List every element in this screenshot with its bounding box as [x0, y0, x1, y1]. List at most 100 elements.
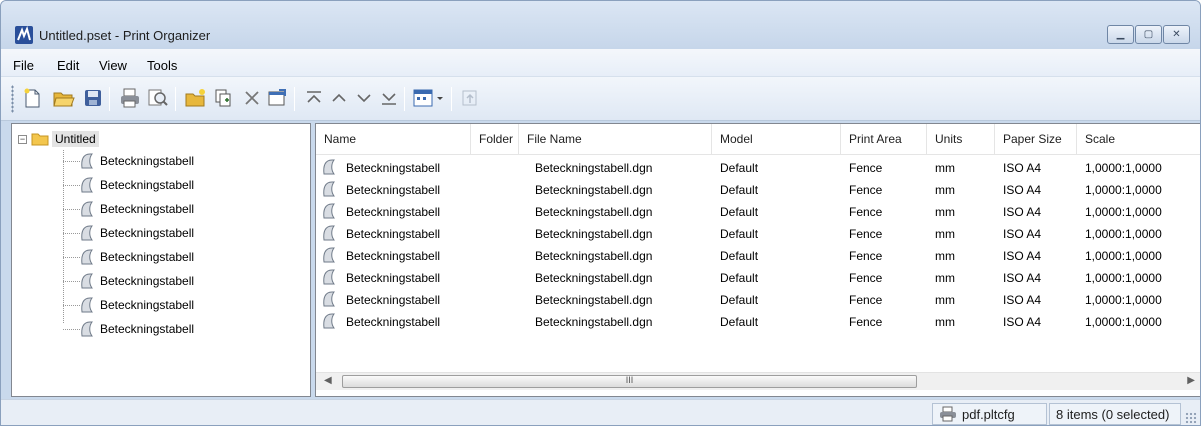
printer-config-panel[interactable]: pdf.pltcfg: [932, 403, 1047, 425]
cell-paper: ISO A4: [1003, 271, 1042, 285]
resize-grip[interactable]: [1185, 412, 1197, 424]
tree-node[interactable]: Beteckningstabell: [63, 222, 194, 244]
cell-units: mm: [935, 293, 955, 307]
print-button[interactable]: [118, 86, 142, 110]
tree-node-label: Beteckningstabell: [100, 322, 195, 336]
cell-units: mm: [935, 249, 955, 263]
cell-file: Beteckningstabell.dgn: [535, 271, 653, 285]
folder-icon: [31, 133, 49, 146]
cell-model: Default: [720, 205, 759, 219]
table-row[interactable]: Beteckningstabell Beteckningstabell.dgn De…: [316, 288, 1200, 310]
tree-node[interactable]: Beteckningstabell: [63, 270, 194, 292]
tree-node[interactable]: Beteckningstabell: [63, 294, 194, 316]
cell-model: Default: [720, 249, 759, 263]
table-row[interactable]: Beteckningstabell Beteckningstabell.dgn De…: [316, 310, 1200, 332]
delete-button[interactable]: [240, 86, 264, 110]
menu-bar: File Edit View Tools: [1, 49, 1200, 77]
properties-button[interactable]: [266, 86, 290, 110]
cell-units: mm: [935, 315, 955, 329]
column-header-name[interactable]: Name: [316, 124, 471, 155]
table-row[interactable]: Beteckningstabell Beteckningstabell.dgn De…: [316, 222, 1200, 244]
add-folder-button[interactable]: [184, 86, 208, 110]
move-bottom-icon: [382, 93, 396, 105]
tree-node[interactable]: Beteckningstabell: [63, 246, 194, 268]
column-header-file-name[interactable]: File Name: [519, 124, 712, 155]
table-row[interactable]: Beteckningstabell Beteckningstabell.dgn De…: [316, 178, 1200, 200]
list-pane[interactable]: Name Folder File Name Model Print Area U…: [315, 123, 1200, 397]
table-row[interactable]: Beteckningstabell Beteckningstabell.dgn De…: [316, 156, 1200, 178]
collapse-toggle[interactable]: −: [18, 134, 27, 144]
preview-button[interactable]: [146, 86, 170, 110]
cell-name: Beteckningstabell: [346, 293, 441, 307]
tree-node[interactable]: Beteckningstabell: [63, 198, 194, 220]
move-up-button[interactable]: [327, 86, 351, 110]
cell-area: Fence: [849, 293, 883, 307]
toolbar-grip[interactable]: [11, 85, 14, 113]
column-header-folder[interactable]: Folder: [471, 124, 519, 155]
move-down-button[interactable]: [352, 86, 376, 110]
minimize-button[interactable]: ▁: [1107, 25, 1134, 44]
sheet-icon: [81, 297, 93, 313]
menu-tools[interactable]: Tools: [147, 58, 177, 73]
view-options-button[interactable]: [411, 86, 447, 110]
cell-model: Default: [720, 271, 759, 285]
column-header-print-area[interactable]: Print Area: [841, 124, 927, 155]
cell-area: Fence: [849, 161, 883, 175]
tree-node-label: Beteckningstabell: [100, 274, 195, 288]
column-header-units[interactable]: Units: [927, 124, 995, 155]
sheet-icon: [323, 225, 335, 241]
column-header-paper-size[interactable]: Paper Size: [995, 124, 1077, 155]
scroll-right-icon[interactable]: ▶: [1187, 375, 1195, 386]
cell-name: Beteckningstabell: [346, 183, 441, 197]
column-header-model[interactable]: Model: [712, 124, 841, 155]
cell-model: Default: [720, 293, 759, 307]
up-level-button[interactable]: [458, 86, 482, 110]
selection-count: 8 items (0 selected): [1049, 403, 1181, 425]
tree-root-node[interactable]: − Untitled: [18, 130, 99, 148]
up-level-icon: [462, 90, 477, 106]
sheet-icon: [323, 269, 335, 285]
sheet-icon: [81, 273, 93, 289]
add-files-button[interactable]: [212, 86, 236, 110]
sheet-icon: [323, 291, 335, 307]
tree-node-label: Beteckningstabell: [100, 298, 195, 312]
view-options-icon: [413, 89, 443, 107]
scroll-left-icon[interactable]: ◀: [324, 375, 332, 386]
move-top-button[interactable]: [302, 86, 326, 110]
cell-scale: 1,0000:1,0000: [1085, 205, 1162, 219]
horizontal-scrollbar[interactable]: ◀ III ▶: [316, 372, 1200, 390]
move-up-icon: [332, 93, 346, 102]
minimize-icon: ▁: [1116, 29, 1125, 40]
sheet-icon: [81, 201, 93, 217]
print-icon: [121, 88, 139, 108]
column-header-scale[interactable]: Scale: [1077, 124, 1200, 155]
new-button[interactable]: [20, 86, 44, 110]
cell-paper: ISO A4: [1003, 205, 1042, 219]
tree-pane[interactable]: − Untitled Beteckningstabell Beteckningst…: [11, 123, 311, 397]
close-button[interactable]: ✕: [1163, 25, 1190, 44]
save-button[interactable]: [81, 86, 105, 110]
cell-units: mm: [935, 227, 955, 241]
title-bar[interactable]: Untitled.pset - Print Organizer ▁ ▢ ✕: [1, 1, 1200, 49]
cell-name: Beteckningstabell: [346, 227, 441, 241]
cell-model: Default: [720, 183, 759, 197]
table-row[interactable]: Beteckningstabell Beteckningstabell.dgn De…: [316, 244, 1200, 266]
maximize-button[interactable]: ▢: [1135, 25, 1162, 44]
cell-name: Beteckningstabell: [346, 205, 441, 219]
tree-node[interactable]: Beteckningstabell: [63, 174, 194, 196]
scroll-thumb[interactable]: III: [342, 375, 917, 388]
move-top-icon: [307, 91, 321, 103]
cell-area: Fence: [849, 271, 883, 285]
close-icon: ✕: [1172, 29, 1181, 40]
tree-node[interactable]: Beteckningstabell: [63, 318, 194, 340]
table-row[interactable]: Beteckningstabell Beteckningstabell.dgn De…: [316, 266, 1200, 288]
menu-edit[interactable]: Edit: [57, 58, 79, 73]
menu-view[interactable]: View: [99, 58, 127, 73]
open-button[interactable]: [52, 86, 76, 110]
cell-file: Beteckningstabell.dgn: [535, 183, 653, 197]
table-row[interactable]: Beteckningstabell Beteckningstabell.dgn De…: [316, 200, 1200, 222]
tree-node[interactable]: Beteckningstabell: [63, 150, 194, 172]
menu-file[interactable]: File: [13, 58, 34, 73]
tree-node-label: Beteckningstabell: [100, 178, 195, 192]
move-bottom-button[interactable]: [377, 86, 401, 110]
